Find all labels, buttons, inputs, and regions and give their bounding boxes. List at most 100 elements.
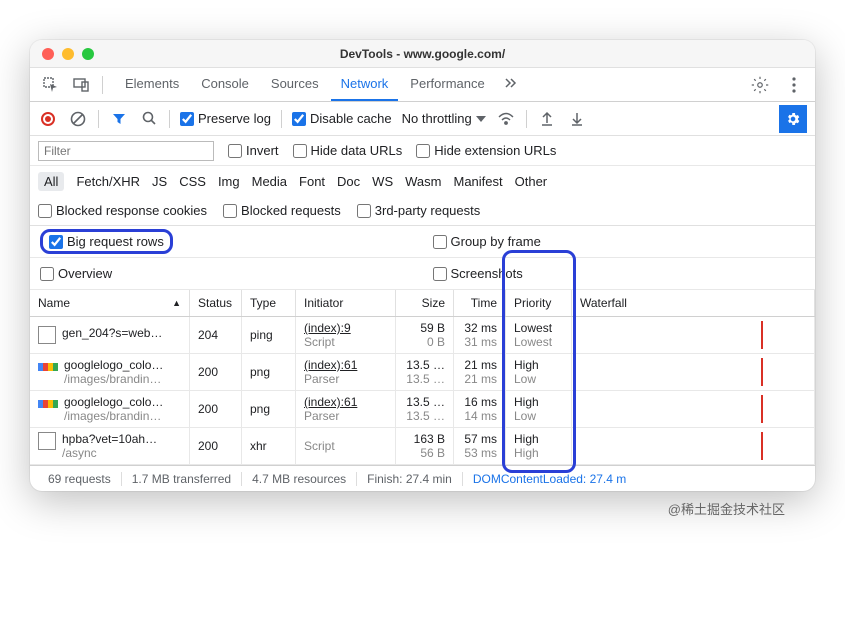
device-toggle-icon[interactable] (68, 72, 94, 98)
filter-input[interactable] (38, 141, 214, 161)
kebab-menu-icon[interactable] (781, 72, 807, 98)
type-font[interactable]: Font (299, 174, 325, 189)
search-icon[interactable] (139, 109, 159, 129)
tab-elements[interactable]: Elements (115, 68, 189, 101)
network-settings-button[interactable] (779, 105, 807, 133)
cell-status: 200 (190, 391, 242, 427)
preserve-log-checkbox[interactable]: Preserve log (180, 111, 271, 126)
table-row[interactable]: gen_204?s=web…204ping(index):9Script59 B… (30, 317, 815, 354)
type-css[interactable]: CSS (179, 174, 206, 189)
cell-type: png (242, 391, 296, 427)
type-all[interactable]: All (38, 172, 64, 191)
overview-checkbox[interactable]: Overview (40, 266, 112, 281)
titlebar: DevTools - www.google.com/ (30, 40, 815, 68)
hide-data-urls-checkbox[interactable]: Hide data URLs (293, 143, 403, 158)
initiator-link[interactable]: (index):9 (304, 321, 387, 335)
type-fetch-xhr[interactable]: Fetch/XHR (76, 174, 140, 189)
devtools-window: DevTools - www.google.com/ Elements Cons… (30, 40, 815, 491)
blocked-cookies-checkbox[interactable]: Blocked response cookies (38, 203, 207, 218)
type-wasm[interactable]: Wasm (405, 174, 441, 189)
big-request-rows-checkbox[interactable]: Big request rows (49, 234, 164, 249)
window-title: DevTools - www.google.com/ (30, 47, 815, 61)
divider (169, 110, 170, 128)
resource-type-filter: All Fetch/XHR JS CSS Img Media Font Doc … (30, 166, 815, 196)
cell-waterfall (572, 317, 815, 353)
request-table: Name Status Type Initiator Size Time Pri… (30, 290, 815, 465)
tab-console[interactable]: Console (191, 68, 259, 101)
type-media[interactable]: Media (252, 174, 287, 189)
type-manifest[interactable]: Manifest (453, 174, 502, 189)
column-status[interactable]: Status (190, 290, 242, 316)
initiator-link[interactable]: (index):61 (304, 395, 387, 409)
column-type[interactable]: Type (242, 290, 296, 316)
column-size[interactable]: Size (396, 290, 454, 316)
cell-initiator: (index):61Parser (296, 354, 396, 390)
filter-icon[interactable] (109, 109, 129, 129)
type-js[interactable]: JS (152, 174, 167, 189)
options-row-2: Overview Screenshots (30, 258, 815, 290)
cell-size: 163 B56 B (396, 428, 454, 464)
settings-icon[interactable] (747, 72, 773, 98)
cell-priority: HighHigh (506, 428, 572, 464)
google-favicon-icon (38, 400, 58, 408)
divider (526, 110, 527, 128)
column-time[interactable]: Time (454, 290, 506, 316)
third-party-checkbox[interactable]: 3rd-party requests (357, 203, 481, 218)
google-favicon-icon (38, 363, 58, 371)
cell-time: 57 ms53 ms (454, 428, 506, 464)
column-name[interactable]: Name (30, 290, 190, 316)
cell-type: ping (242, 317, 296, 353)
inspect-icon[interactable] (38, 72, 64, 98)
tab-sources[interactable]: Sources (261, 68, 329, 101)
type-doc[interactable]: Doc (337, 174, 360, 189)
initiator-link[interactable]: (index):61 (304, 358, 387, 372)
hide-ext-urls-checkbox[interactable]: Hide extension URLs (416, 143, 556, 158)
cell-waterfall (572, 428, 815, 464)
table-row[interactable]: googlelogo_colo…/images/brandin…200png (i… (30, 391, 815, 428)
close-icon[interactable] (42, 48, 54, 60)
cell-type: png (242, 354, 296, 390)
blocked-requests-checkbox[interactable]: Blocked requests (223, 203, 341, 218)
upload-har-icon[interactable] (537, 109, 557, 129)
cell-name: googlelogo_colo…/images/brandin… (30, 391, 190, 427)
cell-priority: LowestLowest (506, 317, 572, 353)
cell-waterfall (572, 354, 815, 390)
file-icon (38, 326, 56, 344)
record-button[interactable] (38, 109, 58, 129)
cell-name: googlelogo_colo…/images/brandin… (30, 354, 190, 390)
screenshots-checkbox[interactable]: Screenshots (433, 266, 523, 281)
cell-type: xhr (242, 428, 296, 464)
table-row[interactable]: googlelogo_colo…/images/brandin…200png(i… (30, 354, 815, 391)
minimize-icon[interactable] (62, 48, 74, 60)
status-finish: Finish: 27.4 min (357, 472, 463, 486)
type-img[interactable]: Img (218, 174, 240, 189)
more-tabs-icon[interactable] (497, 68, 523, 94)
group-by-frame-checkbox[interactable]: Group by frame (433, 234, 541, 249)
download-har-icon[interactable] (567, 109, 587, 129)
wifi-icon[interactable] (496, 109, 516, 129)
type-other[interactable]: Other (515, 174, 548, 189)
clear-icon[interactable] (68, 109, 88, 129)
invert-checkbox[interactable]: Invert (228, 143, 279, 158)
options-row-1: Big request rows Group by frame (30, 226, 815, 258)
network-toolbar: Preserve log Disable cache No throttling (30, 102, 815, 136)
cell-size: 59 B0 B (396, 317, 454, 353)
cell-initiator: Script (296, 428, 396, 464)
disable-cache-checkbox[interactable]: Disable cache (292, 111, 392, 126)
column-priority[interactable]: Priority (506, 290, 572, 316)
tab-network[interactable]: Network (331, 68, 399, 101)
panel-tabbar: Elements Console Sources Network Perform… (30, 68, 815, 102)
status-transferred: 1.7 MB transferred (122, 472, 242, 486)
column-waterfall[interactable]: Waterfall (572, 290, 815, 316)
watermark: @稀土掘金技术社区 (30, 491, 815, 518)
cell-status: 200 (190, 428, 242, 464)
cell-time: 21 ms21 ms (454, 354, 506, 390)
cell-time: 32 ms31 ms (454, 317, 506, 353)
maximize-icon[interactable] (82, 48, 94, 60)
tab-performance[interactable]: Performance (400, 68, 494, 101)
type-ws[interactable]: WS (372, 174, 393, 189)
throttling-select[interactable]: No throttling (402, 111, 486, 126)
table-row[interactable]: hpba?vet=10ah…/async200xhrScript163 B56 … (30, 428, 815, 465)
cell-status: 200 (190, 354, 242, 390)
column-initiator[interactable]: Initiator (296, 290, 396, 316)
